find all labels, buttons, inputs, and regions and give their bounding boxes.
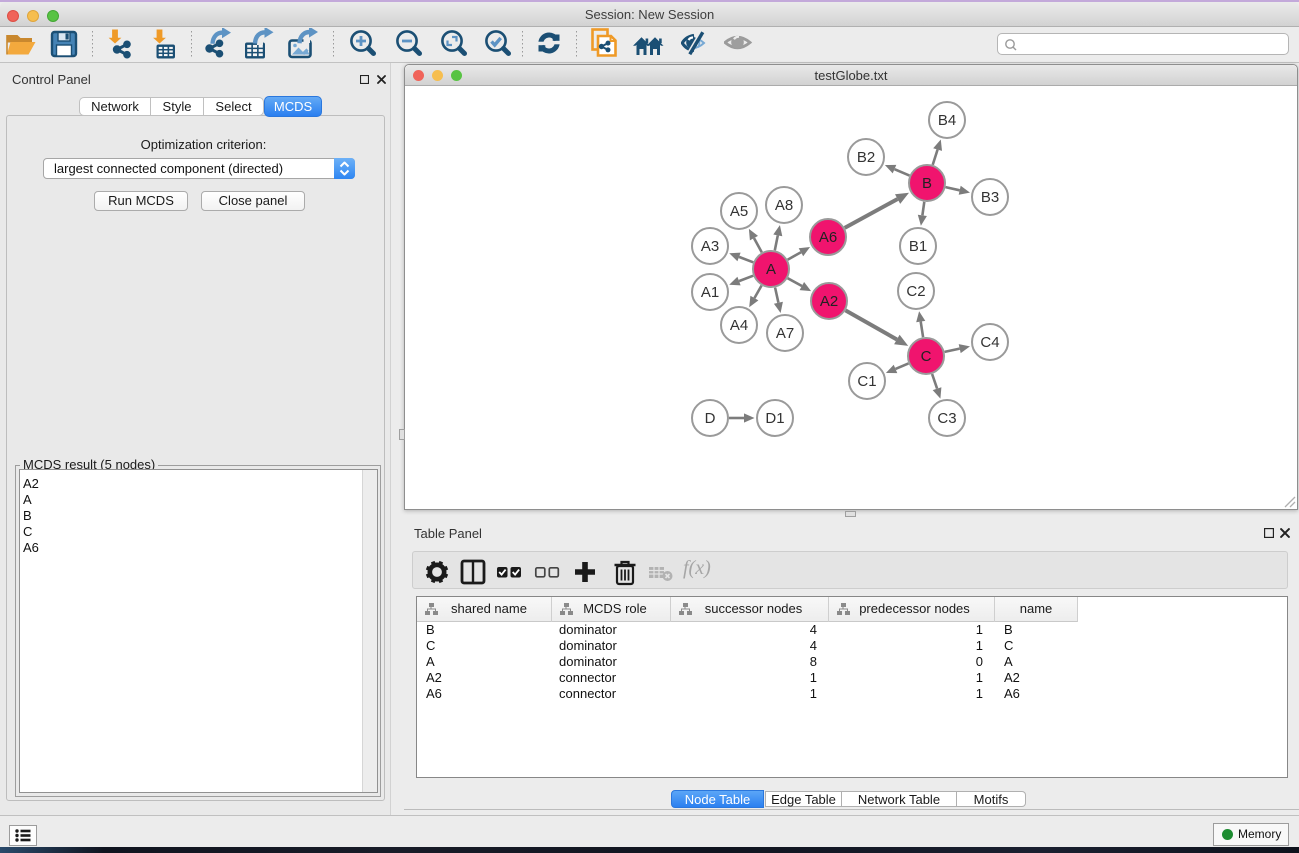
svg-text:C3: C3 — [937, 410, 956, 427]
svg-text:D1: D1 — [765, 410, 784, 427]
svg-text:B4: B4 — [938, 112, 956, 129]
svg-text:A5: A5 — [730, 203, 748, 220]
svg-text:A6: A6 — [819, 229, 837, 246]
svg-text:C: C — [921, 348, 932, 365]
svg-text:B2: B2 — [857, 149, 875, 166]
svg-text:A: A — [766, 261, 776, 278]
svg-text:A2: A2 — [820, 293, 838, 310]
svg-text:B3: B3 — [981, 189, 999, 206]
svg-text:C1: C1 — [857, 373, 876, 390]
svg-text:A1: A1 — [701, 284, 719, 301]
svg-text:A8: A8 — [775, 197, 793, 214]
svg-text:B1: B1 — [909, 238, 927, 255]
svg-text:A7: A7 — [776, 325, 794, 342]
svg-text:A3: A3 — [701, 238, 719, 255]
svg-text:C2: C2 — [906, 283, 925, 300]
svg-text:C4: C4 — [980, 334, 999, 351]
svg-text:D: D — [705, 410, 716, 427]
svg-text:A4: A4 — [730, 317, 748, 334]
svg-text:B: B — [922, 175, 932, 192]
